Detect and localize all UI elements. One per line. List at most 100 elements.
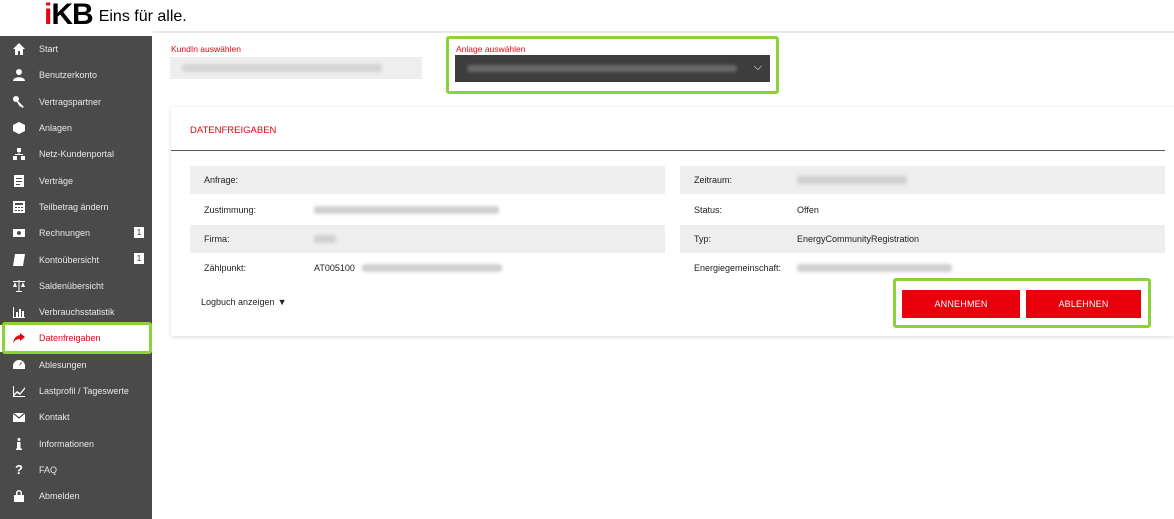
- field-label: Zustimmung:: [204, 205, 257, 215]
- field-value: AT005100: [314, 263, 355, 273]
- anlage-select-label: Anlage auswählen: [456, 44, 526, 54]
- chevron-down-icon: ▼: [277, 297, 287, 307]
- network-icon: [11, 147, 27, 161]
- sidebar-item-datenfreigaben[interactable]: Datenfreigaben: [0, 325, 152, 352]
- field-label: Anfrage:: [204, 175, 239, 185]
- sidebar-item-abmelden[interactable]: Abmelden: [0, 483, 152, 509]
- field-label: Zeitraum:: [694, 175, 733, 185]
- logbuch-toggle[interactable]: Logbuch anzeigen ▼: [201, 297, 287, 307]
- logo-tagline: Eins für alle.: [98, 8, 187, 25]
- sidebar-item-label: Verbrauchsstatistik: [39, 307, 115, 318]
- redacted-value: [314, 235, 336, 243]
- field-label: Firma:: [204, 234, 230, 244]
- sidebar-item-label: Saldenübersicht: [39, 280, 104, 291]
- field-label: Status:: [694, 205, 723, 215]
- scale-icon: [11, 279, 27, 293]
- sidebar-item-label: Kontakt: [39, 412, 70, 423]
- document-icon: [11, 174, 27, 188]
- sidebar-item-label: Rechnungen: [39, 228, 91, 239]
- sidebar-item-label: Anlagen: [39, 123, 73, 134]
- redacted-value: [182, 64, 382, 72]
- field-row-status: Status: Offen: [680, 196, 1165, 224]
- redacted-value: [362, 264, 502, 272]
- kunde-select[interactable]: [170, 57, 422, 79]
- logo-main: KB: [51, 0, 93, 31]
- header: iKB Eins für alle.: [0, 0, 1174, 31]
- reject-button[interactable]: ABLEHNEN: [1026, 290, 1141, 318]
- datenfreigaben-card: DATENFREIGABEN Anfrage: Zustimmung: Firm…: [171, 107, 1174, 336]
- sidebar-item-label: Teilbetrag ändern: [39, 201, 109, 212]
- sidebar-item-label: Kontoübersicht: [39, 254, 100, 265]
- sidebar-item-vertraege[interactable]: Verträge: [0, 167, 152, 193]
- sidebar-item-label: Datenfreigaben: [39, 333, 101, 344]
- field-row-zustimmung: Zustimmung:: [190, 196, 665, 224]
- gauge-icon: [11, 358, 27, 372]
- sidebar-item-label: Benutzerkonto: [39, 70, 98, 81]
- sidebar-item-start[interactable]: Start: [0, 36, 152, 62]
- sidebar-item-faq[interactable]: ? FAQ: [0, 457, 152, 483]
- redacted-value: [467, 65, 737, 72]
- field-row-zeitraum: Zeitraum:: [680, 166, 1165, 194]
- kunde-select-label: KundIn auswählen: [171, 44, 241, 54]
- redacted-value: [797, 264, 952, 272]
- type-value: EnergyCommunityRegistration: [797, 234, 920, 244]
- ikb-logo[interactable]: iKB Eins für alle.: [44, 0, 187, 31]
- home-icon: [11, 42, 27, 56]
- field-row-energiegemeinschaft: Energiegemeinschaft:: [680, 254, 1165, 282]
- sidebar-item-label: Vertragspartner: [39, 96, 102, 107]
- chevron-down-icon: ⌵: [753, 61, 762, 73]
- sidebar-item-anlagen[interactable]: Anlagen: [0, 115, 152, 141]
- sidebar-item-vertragspartner[interactable]: Vertragspartner: [0, 89, 152, 115]
- cube-icon: [11, 121, 27, 135]
- key-icon: [11, 95, 27, 109]
- sidebar-item-lastprofil[interactable]: Lastprofil / Tageswerte: [0, 378, 152, 404]
- accept-button[interactable]: ANNEHMEN: [902, 290, 1020, 318]
- notification-badge: 1: [134, 227, 144, 239]
- anlage-select[interactable]: ⌵: [455, 55, 770, 82]
- line-chart-icon: [11, 384, 27, 398]
- field-label: Energiegemeinschaft:: [694, 263, 782, 273]
- sidebar-item-label: Informationen: [39, 438, 95, 449]
- sidebar-item-label: Lastprofil / Tageswerte: [39, 386, 129, 396]
- user-icon: [11, 68, 27, 82]
- field-label: Typ:: [694, 234, 712, 244]
- sidebar-item-saldenuebersicht[interactable]: Saldenübersicht: [0, 273, 152, 299]
- info-icon: [11, 437, 27, 451]
- header-divider: [153, 31, 1174, 33]
- notification-badge: 1: [134, 253, 144, 265]
- status-value: Offen: [797, 205, 819, 215]
- envelope-icon: [11, 410, 27, 424]
- sidebar-item-kontouebersicht[interactable]: Kontoübersicht 1: [0, 246, 152, 272]
- sidebar-item-label: Start: [39, 44, 59, 55]
- sidebar: Start Benutzerkonto Vertragspartner Anla…: [0, 36, 152, 519]
- lock-icon: [11, 489, 27, 503]
- field-label: Zählpunkt:: [204, 263, 247, 273]
- sidebar-item-label: Ablesungen: [39, 359, 87, 370]
- card-title: DATENFREIGABEN: [190, 125, 277, 136]
- question-icon: ?: [15, 461, 23, 477]
- calculator-icon: [11, 200, 27, 214]
- sidebar-item-label: Verträge: [39, 175, 74, 186]
- share-arrow-icon: [11, 331, 27, 345]
- field-row-anfrage: Anfrage:: [190, 166, 665, 194]
- card-divider: [171, 150, 1165, 151]
- sidebar-item-informationen[interactable]: Informationen: [0, 430, 152, 456]
- book-icon: [11, 253, 27, 267]
- sidebar-item-verbrauchsstatistik[interactable]: Verbrauchsstatistik: [0, 299, 152, 325]
- field-row-zaehlpunkt: Zählpunkt: AT005100: [190, 254, 665, 282]
- field-row-typ: Typ: EnergyCommunityRegistration: [680, 225, 1165, 253]
- sidebar-item-rechnungen[interactable]: Rechnungen 1: [0, 220, 152, 246]
- sidebar-item-label: FAQ: [39, 464, 58, 475]
- money-icon: [11, 226, 27, 240]
- redacted-value: [797, 176, 907, 184]
- sidebar-item-label: Netz-Kundenportal: [39, 149, 115, 160]
- redacted-value: [314, 206, 499, 214]
- bar-chart-icon: [11, 305, 27, 319]
- sidebar-item-teilbetrag[interactable]: Teilbetrag ändern: [0, 194, 152, 220]
- sidebar-item-benutzerkonto[interactable]: Benutzerkonto: [0, 62, 152, 88]
- sidebar-item-kontakt[interactable]: Kontakt: [0, 404, 152, 430]
- field-row-firma: Firma:: [190, 225, 665, 253]
- sidebar-item-ablesungen[interactable]: Ablesungen: [0, 352, 152, 378]
- sidebar-item-netz-kundenportal[interactable]: Netz-Kundenportal: [0, 141, 152, 167]
- sidebar-item-label: Abmelden: [39, 491, 80, 502]
